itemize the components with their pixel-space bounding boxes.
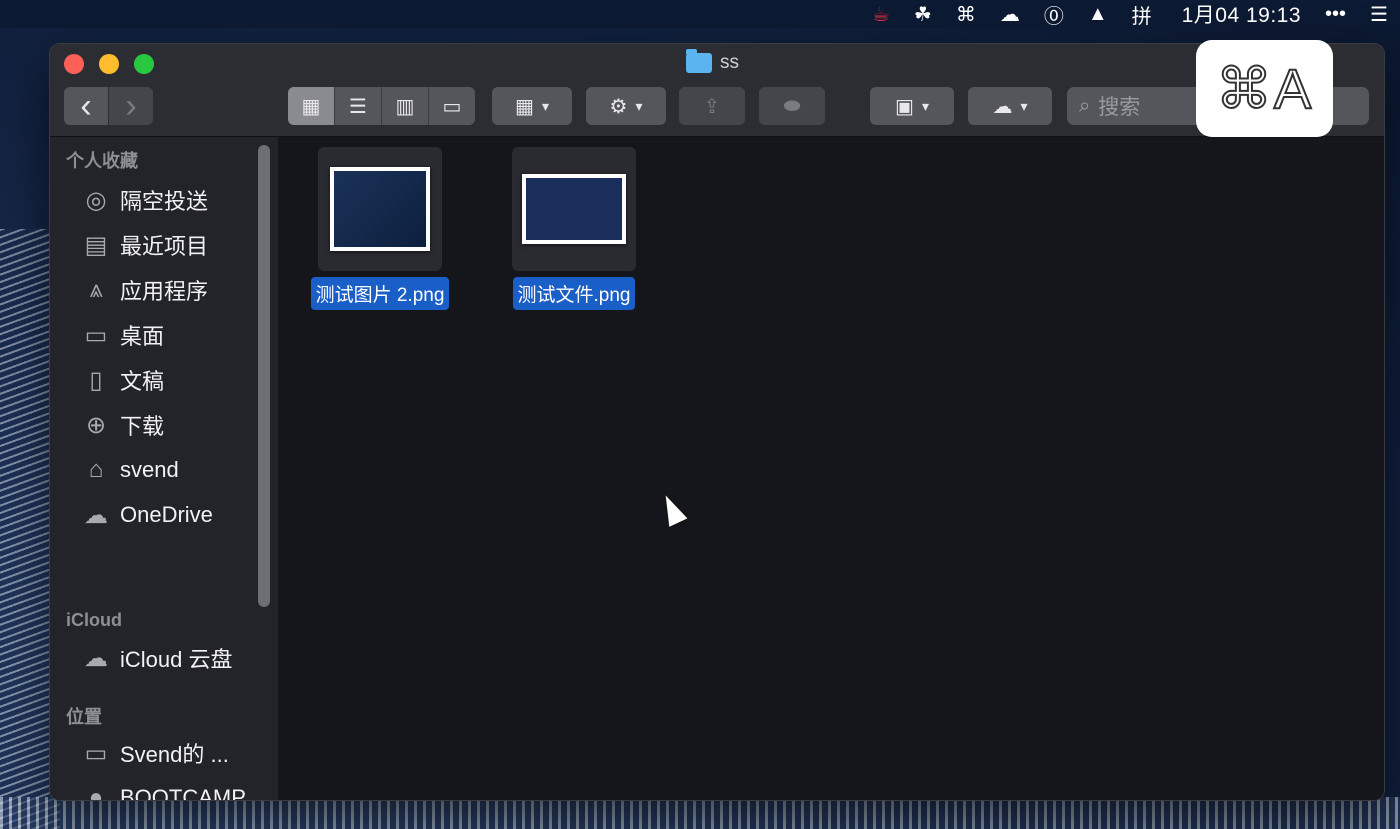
window-title: ss: [686, 49, 739, 74]
close-button[interactable]: [64, 54, 84, 74]
search-icon: ⌕: [1079, 94, 1091, 117]
gallery-view-icon[interactable]: ▭: [429, 87, 475, 125]
cloud-upload-icon: ☁: [992, 95, 1013, 118]
sidebar-item-icloud-drive[interactable]: ☁ iCloud 云盘: [80, 642, 232, 674]
tag-button[interactable]: ⬬: [759, 87, 825, 125]
file-item[interactable]: 测试文件.png: [494, 147, 654, 310]
view-mode-control[interactable]: ▦ ☰ ▥ ▭: [288, 87, 475, 125]
keystroke-overlay: ⌘A: [1196, 40, 1333, 137]
sidebar-item-desktop[interactable]: ▭ 桌面: [80, 319, 164, 351]
paw-icon[interactable]: ☘: [914, 2, 932, 27]
sidebar-item-label: Svend的 ...: [120, 742, 229, 767]
image-thumbnail: [522, 174, 626, 244]
chevron-down-icon: ▾: [921, 97, 929, 114]
sidebar-item-label: svend: [120, 457, 179, 482]
desktop-wallpaper-bottom: [0, 797, 1400, 829]
menu-clock[interactable]: 1月04 19:13: [1182, 0, 1301, 29]
sidebar-header-icloud: iCloud: [66, 610, 122, 630]
sidebar-item-airdrop[interactable]: ◎ 隔空投送: [80, 184, 209, 216]
sidebar-item-mac[interactable]: ▭ Svend的 ...: [80, 737, 229, 769]
chevron-down-icon: ▾: [635, 97, 643, 114]
more-icon[interactable]: •••: [1325, 3, 1346, 26]
command-icon[interactable]: ⌘: [956, 2, 976, 27]
group-icon: ▦: [515, 95, 534, 118]
group-button[interactable]: ▦ ▾: [492, 87, 572, 125]
share-button[interactable]: ⇪: [679, 87, 745, 125]
image-thumbnail: [330, 167, 430, 251]
file-browser[interactable]: 测试图片 2.png 测试文件.png: [280, 137, 1384, 800]
downloads-icon: ⊕: [85, 411, 107, 439]
sidebar-item-label: 隔空投送: [120, 189, 209, 214]
file-thumbnail[interactable]: [318, 147, 442, 271]
ghost-icon[interactable]: ▲: [1088, 3, 1108, 26]
tag-icon: ⬬: [783, 94, 801, 117]
desktop-icon: ▭: [84, 321, 108, 349]
sidebar-item-label: BOOTCAMP: [120, 785, 246, 800]
sidebar-item-bootcamp[interactable]: ● BOOTCAMP: [80, 782, 246, 800]
finder-window: ss ‹ › ▦ ☰ ▥ ▭ ▦ ▾ ⚙ ▾ ⇪ ⬬ ▣ ▾ ☁ ▾ ⌕ 搜索 …: [50, 44, 1384, 800]
sidebar-item-onedrive[interactable]: ☁ OneDrive: [80, 499, 213, 531]
title-bar[interactable]: ss ‹ › ▦ ☰ ▥ ▭ ▦ ▾ ⚙ ▾ ⇪ ⬬ ▣ ▾ ☁ ▾ ⌕ 搜索: [50, 44, 1384, 137]
file-item[interactable]: 测试图片 2.png: [300, 147, 460, 310]
sidebar-item-label: 桌面: [120, 324, 165, 349]
sidebar-item-label: 最近项目: [120, 234, 209, 259]
sidebar-item-label: 应用程序: [120, 279, 209, 304]
sidebar-item-downloads[interactable]: ⊕ 下载: [80, 409, 164, 441]
sidebar-item-documents[interactable]: ▯ 文稿: [80, 364, 164, 396]
minimize-button[interactable]: [99, 54, 119, 74]
sidebar-item-recents[interactable]: ▤ 最近项目: [80, 229, 208, 261]
list-icon[interactable]: ☰: [1370, 2, 1388, 27]
search-placeholder: 搜索: [1098, 96, 1141, 119]
cloud-icon: ☁: [84, 501, 108, 529]
home-icon: ⌂: [88, 456, 104, 483]
file-thumbnail[interactable]: [512, 147, 636, 271]
sidebar-item-label: OneDrive: [120, 502, 213, 527]
sidebar-item-applications[interactable]: ⩓ 应用程序: [80, 274, 208, 306]
column-view-icon[interactable]: ▥: [382, 87, 429, 125]
window-title-text: ss: [720, 52, 739, 73]
file-name[interactable]: 测试文件.png: [512, 277, 636, 310]
action-button[interactable]: ⚙ ▾: [586, 87, 666, 125]
wechat-icon[interactable]: ☁: [1000, 2, 1020, 27]
sidebar-item-label: iCloud 云盘: [120, 647, 233, 672]
sidebar-item-label: 文稿: [120, 369, 165, 394]
menu-bar: ☕ ☘ ⌘ ☁ ⓪ ▲ 拼 1月04 19:13 ••• ☰: [0, 0, 1400, 28]
applications-icon: ⩓: [89, 276, 103, 303]
chevron-right-icon: ›: [125, 87, 137, 125]
sidebar-item-label: 下载: [120, 414, 165, 439]
back-button[interactable]: ‹: [64, 87, 108, 125]
forward-button[interactable]: ›: [109, 87, 153, 125]
sidebar-header-favorites: 个人收藏: [66, 151, 138, 171]
documents-icon: ▯: [89, 366, 103, 394]
sidebar-scrollbar[interactable]: [258, 145, 270, 607]
zoom-button[interactable]: [134, 54, 154, 74]
folder-icon: [686, 49, 712, 73]
icon-view-icon[interactable]: ▦: [288, 87, 335, 125]
mug-icon[interactable]: ☕: [872, 2, 890, 27]
sidebar-header-locations: 位置: [66, 707, 102, 727]
laptop-icon: ▭: [84, 739, 108, 767]
pinyin-icon[interactable]: 拼: [1132, 0, 1152, 29]
chevron-down-icon: ▾: [541, 97, 549, 114]
cloud-button[interactable]: ☁ ▾: [968, 87, 1052, 125]
airdrop-icon: ◎: [85, 186, 107, 214]
file-name[interactable]: 测试图片 2.png: [310, 277, 450, 310]
gear-icon: ⚙: [609, 95, 628, 118]
icloud-icon: ☁: [84, 644, 108, 672]
sidebar-item-home[interactable]: ⌂ svend: [80, 454, 179, 486]
script-button[interactable]: ▣ ▾: [870, 87, 954, 125]
script-icon: ▣: [895, 95, 914, 118]
list-view-icon[interactable]: ☰: [335, 87, 382, 125]
share-icon: ⇪: [703, 95, 721, 118]
onepassword-icon[interactable]: ⓪: [1044, 0, 1064, 29]
chevron-down-icon: ▾: [1020, 97, 1028, 114]
recents-icon: ▤: [84, 231, 108, 259]
sidebar: 个人收藏 ◎ 隔空投送 ▤ 最近项目 ⩓ 应用程序 ▭ 桌面 ▯ 文稿 ⊕ 下载…: [50, 137, 278, 800]
disk-icon: ●: [88, 784, 104, 800]
chevron-left-icon: ‹: [80, 87, 92, 125]
